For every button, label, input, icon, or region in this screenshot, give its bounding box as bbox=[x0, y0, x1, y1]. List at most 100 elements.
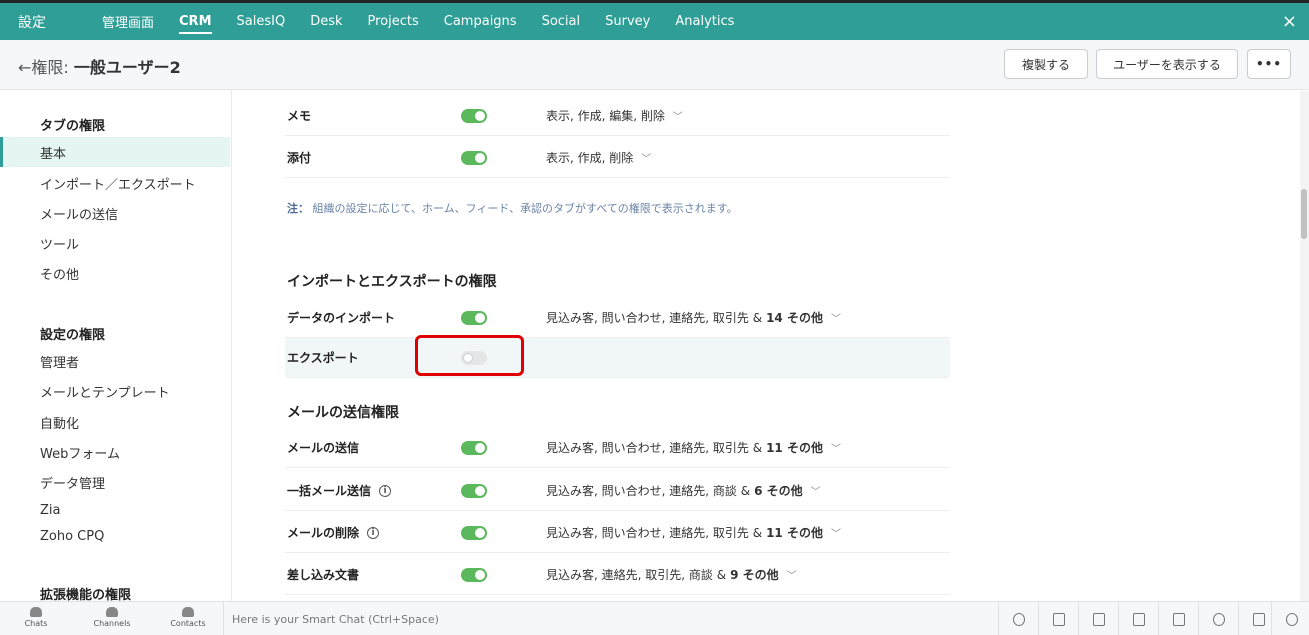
group-icon bbox=[106, 607, 118, 617]
chat-bubble-icon bbox=[30, 607, 42, 617]
settings-title: 設定 bbox=[18, 14, 46, 31]
nav-admin[interactable]: 管理画面 bbox=[102, 3, 154, 40]
permission-row-export: エクスポート bbox=[285, 338, 950, 378]
nav-analytics[interactable]: Analytics bbox=[675, 3, 734, 40]
top-navigation: 設定 管理画面 CRM SalesIQ Desk Projects Campai… bbox=[0, 0, 1309, 40]
permission-text: 見込み客, 問い合わせ, 連絡先, 商談 & bbox=[546, 484, 751, 498]
section-heading-mail: メールの送信権限 bbox=[287, 405, 399, 421]
more-options-button[interactable]: ••• bbox=[1247, 49, 1291, 79]
permission-row-mail-merge: 差し込み文書 見込み客, 連絡先, 取引先, 商談 & 9 その他 ﹀ bbox=[285, 555, 950, 595]
smart-chat-input[interactable]: Here is your Smart Chat (Ctrl+Space) bbox=[223, 602, 998, 635]
profile-name: 一般ユーザー2 bbox=[73, 58, 181, 77]
note-body: 組織の設定に応じて、ホーム、フィード、承認のタブがすべての権限で表示されます。 bbox=[312, 202, 738, 215]
chats-button[interactable]: Chats bbox=[11, 607, 61, 628]
permission-dropdown[interactable]: 見込み客, 連絡先, 取引先, 商談 & 9 その他 ﹀ bbox=[546, 566, 797, 583]
row-label: 添付 bbox=[287, 151, 312, 165]
sidebar-item-send-mail[interactable]: メールの送信 bbox=[0, 198, 230, 228]
sidebar-item-automation[interactable]: 自動化 bbox=[0, 407, 230, 437]
toggle-switch[interactable] bbox=[461, 483, 487, 498]
contacts-button[interactable]: Contacts bbox=[163, 607, 213, 628]
row-label: メモ bbox=[287, 109, 312, 123]
vertical-scrollbar[interactable] bbox=[1300, 91, 1309, 601]
permission-more: 14 その他 bbox=[766, 311, 823, 325]
scrollbar-thumb[interactable] bbox=[1301, 189, 1307, 239]
permission-text: 見込み客, 問い合わせ, 連絡先, 取引先 & bbox=[546, 526, 763, 540]
close-icon[interactable]: × bbox=[1282, 11, 1297, 32]
channels-button[interactable]: Channels bbox=[87, 607, 137, 628]
chevron-down-icon: ﹀ bbox=[830, 444, 841, 455]
nav-desk[interactable]: Desk bbox=[310, 3, 342, 40]
highlight-box bbox=[415, 335, 524, 376]
permission-row-mass-mail: 一括メール送信 i 見込み客, 問い合わせ, 連絡先, 商談 & 6 その他 ﹀ bbox=[285, 471, 950, 511]
nav-projects[interactable]: Projects bbox=[368, 3, 419, 40]
screen-share-icon[interactable] bbox=[1038, 602, 1078, 635]
permission-dropdown[interactable]: 見込み客, 問い合わせ, 連絡先, 取引先 & 14 その他 ﹀ bbox=[546, 309, 841, 326]
sidebar-item-webforms[interactable]: Webフォーム bbox=[0, 437, 230, 467]
note-prefix: 注： bbox=[287, 202, 309, 215]
permission-dropdown[interactable]: 見込み客, 問い合わせ, 連絡先, 取引先 & 11 その他 ﹀ bbox=[546, 524, 841, 541]
sidebar-item-mail-templates[interactable]: メールとテンプレート bbox=[0, 376, 230, 406]
sidebar-section-tabs: タブの権限 bbox=[40, 119, 106, 134]
nav-survey[interactable]: Survey bbox=[605, 3, 650, 40]
back-arrow-icon[interactable]: ← bbox=[18, 58, 31, 77]
info-icon[interactable]: i bbox=[367, 526, 380, 539]
contacts-label: Contacts bbox=[170, 619, 206, 628]
permission-row-send-mail: メールの送信 見込み客, 問い合わせ, 連絡先, 取引先 & 11 その他 ﹀ bbox=[285, 428, 950, 468]
chevron-down-icon: ﹀ bbox=[830, 314, 841, 325]
permission-dropdown[interactable]: 表示, 作成, 編集, 削除 ﹀ bbox=[546, 107, 683, 124]
nav-salesiq[interactable]: SalesIQ bbox=[237, 3, 286, 40]
section-heading-import-export: インポートとエクスポートの権限 bbox=[287, 274, 497, 290]
whatsapp-icon[interactable] bbox=[998, 602, 1038, 635]
sidebar-item-zoho-cpq[interactable]: Zoho CPQ bbox=[0, 521, 230, 551]
toggle-switch[interactable] bbox=[461, 150, 487, 165]
toggle-switch[interactable] bbox=[461, 567, 487, 582]
alarm-icon[interactable] bbox=[1198, 602, 1238, 635]
permission-row-attachments: 添付 表示, 作成, 削除 ﹀ bbox=[285, 138, 950, 178]
page-header: ←権限: 一般ユーザー2 複製する ユーザーを表示する ••• bbox=[0, 40, 1309, 90]
bottom-bar: Chats Channels Contacts Here is your Sma… bbox=[0, 601, 1309, 635]
permission-row-notes: メモ 表示, 作成, 編集, 削除 ﹀ bbox=[285, 96, 950, 136]
permission-dropdown[interactable]: 見込み客, 問い合わせ, 連絡先, 商談 & 6 その他 ﹀ bbox=[546, 482, 821, 499]
permission-dropdown[interactable]: 表示, 作成, 削除 ﹀ bbox=[546, 149, 651, 166]
notes-icon[interactable] bbox=[1118, 602, 1158, 635]
sidebar-item-other[interactable]: その他 bbox=[0, 258, 230, 288]
row-label: メールの削除 i bbox=[287, 524, 380, 541]
sidebar-item-import-export[interactable]: インポート／エクスポート bbox=[0, 168, 230, 198]
sidebar-item-admin[interactable]: 管理者 bbox=[0, 346, 230, 376]
toggle-switch[interactable] bbox=[461, 108, 487, 123]
permission-text: 見込み客, 連絡先, 取引先, 商談 & bbox=[546, 568, 727, 582]
view-users-button[interactable]: ユーザーを表示する bbox=[1096, 49, 1238, 79]
row-label-text: メールの削除 bbox=[287, 526, 360, 540]
sidebar-item-data-admin[interactable]: データ管理 bbox=[0, 467, 230, 497]
chevron-down-icon: ﹀ bbox=[672, 112, 683, 123]
chevron-down-icon: ﹀ bbox=[810, 487, 821, 498]
permission-text: 表示, 作成, 削除 bbox=[546, 151, 634, 165]
nav-campaigns[interactable]: Campaigns bbox=[444, 3, 517, 40]
info-icon[interactable]: i bbox=[379, 484, 392, 497]
permission-more: 9 その他 bbox=[730, 568, 779, 582]
person-icon bbox=[182, 607, 194, 617]
chats-label: Chats bbox=[24, 619, 48, 628]
row-label: データのインポート bbox=[287, 311, 396, 325]
nav-social[interactable]: Social bbox=[542, 3, 581, 40]
permission-more: 11 その他 bbox=[766, 526, 823, 540]
permission-text: 見込み客, 問い合わせ, 連絡先, 取引先 & bbox=[546, 311, 763, 325]
permission-dropdown[interactable]: 見込み客, 問い合わせ, 連絡先, 取引先 & 11 その他 ﹀ bbox=[546, 439, 841, 456]
permission-more: 11 その他 bbox=[766, 441, 823, 455]
sidebar-item-tools[interactable]: ツール bbox=[0, 228, 230, 258]
row-label: メールの送信 bbox=[287, 441, 360, 455]
coffee-icon[interactable] bbox=[1271, 602, 1309, 635]
title-prefix: 権限: bbox=[31, 58, 69, 77]
clone-button[interactable]: 複製する bbox=[1004, 49, 1088, 79]
toggle-switch[interactable] bbox=[461, 525, 487, 540]
permission-more: 6 その他 bbox=[754, 484, 803, 498]
chevron-down-icon: ﹀ bbox=[786, 571, 797, 582]
toggle-switch[interactable] bbox=[461, 310, 487, 325]
nav-crm[interactable]: CRM bbox=[179, 3, 212, 40]
page-title: ←権限: 一般ユーザー2 bbox=[18, 54, 181, 78]
toggle-switch[interactable] bbox=[461, 440, 487, 455]
sidebar-item-basic[interactable]: 基本 bbox=[0, 137, 230, 167]
contact-card-icon[interactable] bbox=[1158, 602, 1198, 635]
translate-icon[interactable] bbox=[1078, 602, 1118, 635]
permission-row-delete-mail: メールの削除 i 見込み客, 問い合わせ, 連絡先, 取引先 & 11 その他 … bbox=[285, 513, 950, 553]
